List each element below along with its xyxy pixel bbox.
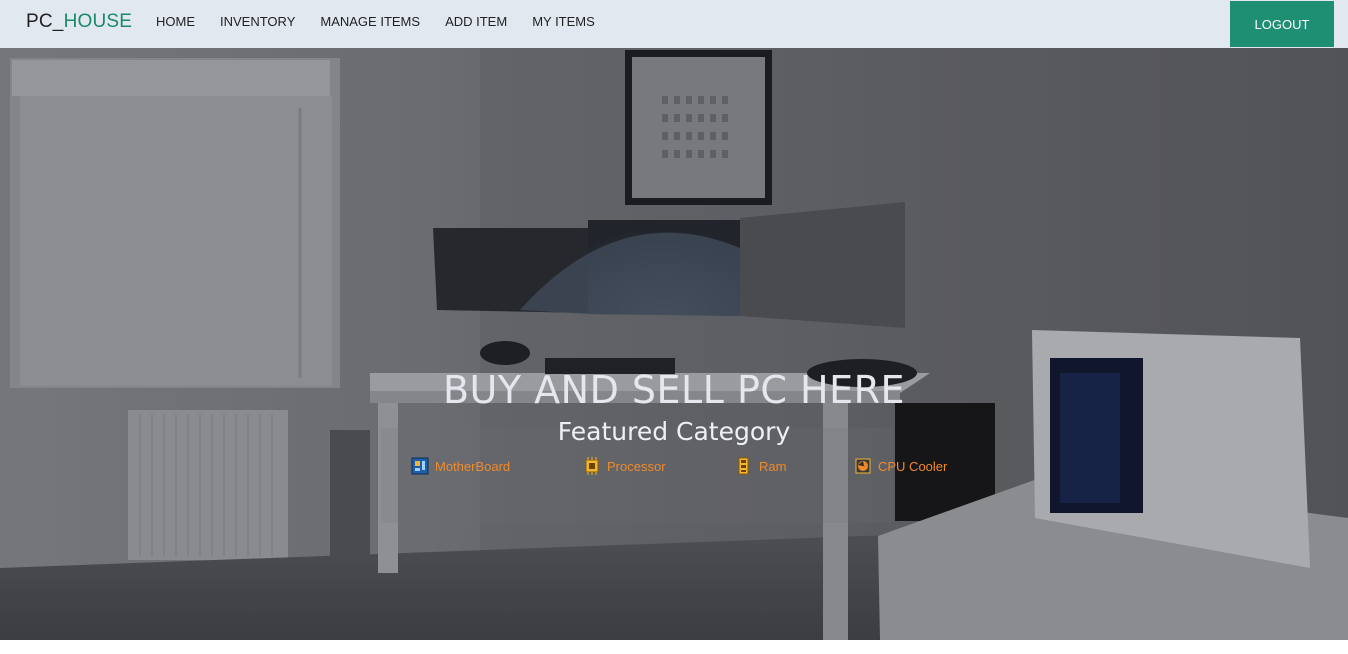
hero-subtitle: Featured Category [557,417,791,446]
nav-links: HOME INVENTORY MANAGE ITEMS ADD ITEM MY … [156,14,620,29]
category-motherboard[interactable]: MotherBoard [411,457,510,475]
hero-overlay [0,48,1348,640]
brand-suffix: HOUSE [63,11,133,32]
nav-link-add-item[interactable]: ADD ITEM [445,14,507,29]
nav-link-my-items[interactable]: MY ITEMS [532,14,595,29]
category-label: MotherBoard [435,458,511,474]
nav-link-inventory[interactable]: INVENTORY [220,14,295,29]
category-processor[interactable]: Processor [583,457,666,475]
category-ram[interactable]: Ram [735,457,786,475]
nav-link-home[interactable]: HOME [156,14,195,29]
hero-banner: BUY AND SELL PC HERE Featured Category M… [0,48,1348,640]
ram-icon [735,457,753,475]
nav-link-manage-items[interactable]: MANAGE ITEMS [320,14,420,29]
motherboard-icon [411,457,429,475]
category-cpu-cooler[interactable]: CPU Cooler [854,457,947,475]
hero-title: BUY AND SELL PC HERE [442,368,905,412]
category-label: CPU Cooler [878,458,948,474]
featured-categories: MotherBoard Processor Ram CPU Cooler [411,457,951,483]
brand-prefix: PC_ [26,11,64,32]
category-label: Ram [759,458,787,474]
cpu-cooler-icon [854,457,872,475]
logout-button[interactable]: LOGOUT [1230,1,1334,47]
category-label: Processor [607,458,666,474]
top-navbar: PC_HOUSE HOME INVENTORY MANAGE ITEMS ADD… [0,0,1348,48]
processor-icon [583,457,601,475]
brand-logo[interactable]: PC_HOUSE [26,11,132,33]
